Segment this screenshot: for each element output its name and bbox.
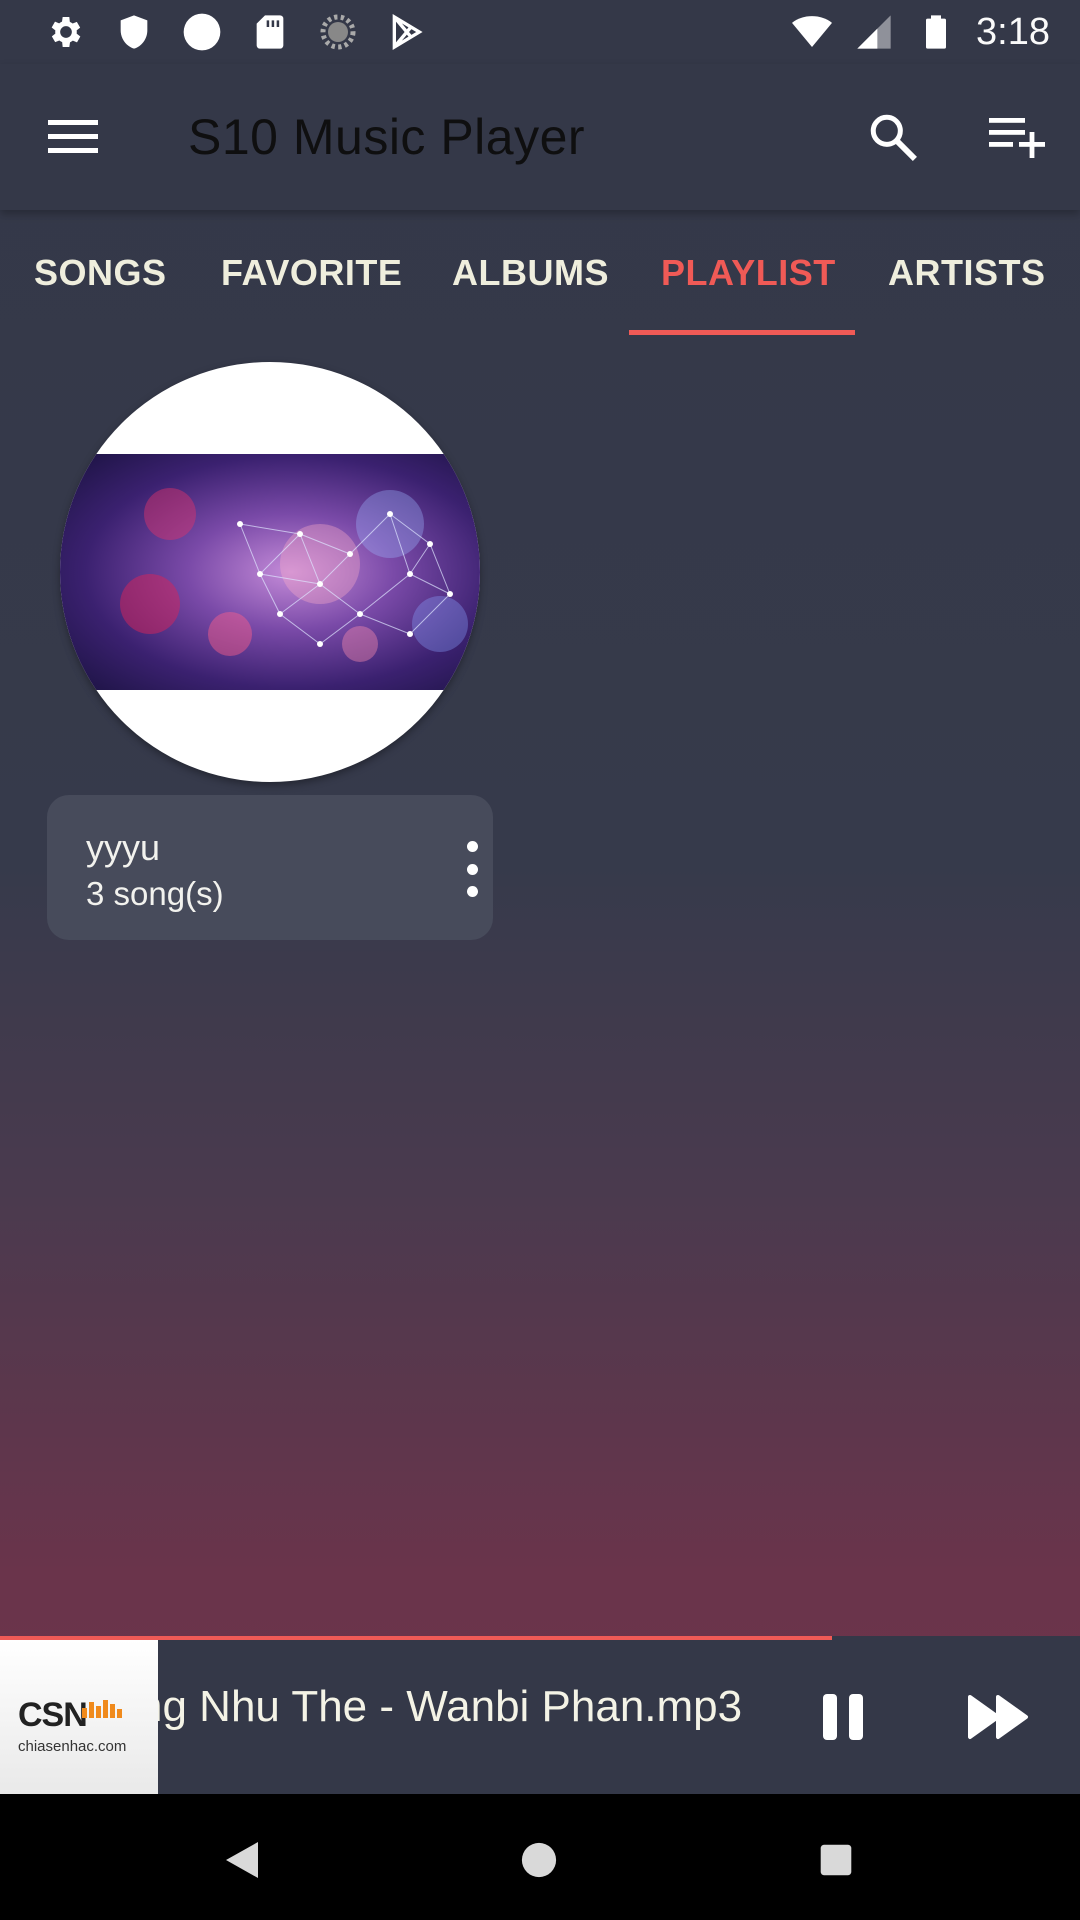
now-playing-title: ng Nhu The - Wanbi Phan.mp3 bbox=[158, 1676, 764, 1746]
now-playing-thumbnail[interactable]: CSN chiasenhac.com bbox=[0, 1640, 158, 1794]
tab-indicator bbox=[629, 330, 855, 335]
now-playing-bar[interactable]: CSN chiasenhac.com ng Nhu The - Wanbi Ph… bbox=[0, 1636, 1080, 1794]
status-right-icons: 3:18 bbox=[790, 10, 1050, 54]
play-store-icon bbox=[384, 10, 428, 54]
search-icon[interactable] bbox=[860, 104, 924, 168]
tab-playlist[interactable]: PLAYLIST bbox=[661, 252, 836, 294]
recents-icon[interactable] bbox=[806, 1830, 866, 1890]
thumb-logo: CSN bbox=[18, 1696, 88, 1734]
equalizer-logo-icon bbox=[82, 1700, 122, 1718]
status-left-icons bbox=[44, 10, 428, 54]
back-icon[interactable] bbox=[212, 1830, 272, 1890]
playlist-add-icon[interactable] bbox=[982, 104, 1052, 168]
tab-artists[interactable]: ARTISTS bbox=[888, 252, 1046, 294]
tab-favorite[interactable]: FAVORITE bbox=[221, 252, 402, 294]
fast-forward-icon[interactable] bbox=[965, 1682, 1035, 1752]
tab-bar: SONGS FAVORITE ALBUMS PLAYLIST ARTISTS bbox=[0, 212, 1080, 336]
pause-bar-left bbox=[823, 1694, 837, 1740]
signal-icon bbox=[852, 10, 896, 54]
system-nav-bar bbox=[0, 1794, 1080, 1920]
circle-icon bbox=[180, 10, 224, 54]
playlist-song-count: 3 song(s) bbox=[86, 875, 224, 912]
status-bar: 3:18 bbox=[0, 0, 1080, 64]
pause-button[interactable] bbox=[815, 1682, 871, 1752]
now-playing-title-text: ng Nhu The - Wanbi Phan.mp3 bbox=[158, 1682, 743, 1731]
home-icon[interactable] bbox=[509, 1830, 569, 1890]
app-bar: S10 Music Player bbox=[0, 64, 1080, 210]
more-options-icon[interactable] bbox=[457, 837, 487, 901]
shield-icon bbox=[112, 10, 156, 54]
playlist-cover-image[interactable] bbox=[60, 362, 480, 782]
wifi-icon bbox=[790, 10, 834, 54]
gear-icon bbox=[44, 10, 88, 54]
sync-icon bbox=[316, 10, 360, 54]
pause-bar-right bbox=[849, 1694, 863, 1740]
playlist-name: yyyu bbox=[86, 827, 161, 868]
sd-card-icon bbox=[248, 10, 292, 54]
status-time: 3:18 bbox=[976, 10, 1050, 53]
cover-artwork bbox=[60, 454, 480, 690]
thumb-domain: chiasenhac.com bbox=[18, 1738, 127, 1755]
battery-icon bbox=[914, 10, 958, 54]
tab-albums[interactable]: ALBUMS bbox=[452, 252, 609, 294]
hamburger-menu-icon[interactable] bbox=[36, 108, 110, 164]
app-title: S10 Music Player bbox=[188, 109, 586, 165]
playlist-card[interactable]: yyyu 3 song(s) bbox=[47, 795, 493, 940]
tab-songs[interactable]: SONGS bbox=[34, 252, 167, 294]
